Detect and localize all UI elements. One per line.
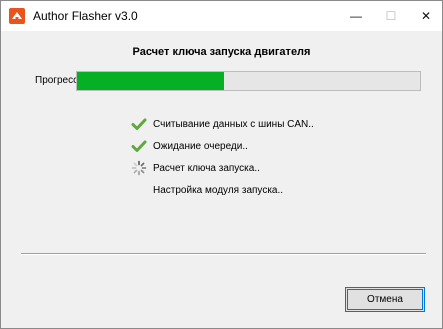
checkmark-icon (131, 116, 147, 132)
step-label: Считывание данных с шины CAN.. (153, 118, 314, 130)
step-item: Ожидание очереди.. (131, 135, 314, 157)
close-button[interactable]: ✕ (411, 1, 441, 31)
cancel-button[interactable]: Отмена (345, 287, 425, 312)
spinner-icon (131, 160, 147, 176)
cancel-button-label: Отмена (367, 294, 403, 305)
minimize-button[interactable]: — (341, 1, 371, 31)
progress-bar (76, 71, 421, 91)
step-placeholder (131, 182, 147, 198)
step-label: Ожидание очереди.. (153, 140, 248, 152)
title-bar[interactable]: Author Flasher v3.0 — ☐ ✕ (1, 1, 442, 31)
step-item: Расчет ключа запуска.. (131, 157, 314, 179)
window-title: Author Flasher v3.0 (33, 9, 138, 23)
app-window: Author Flasher v3.0 — ☐ ✕ Расчет ключа з… (0, 0, 443, 329)
step-label: Настройка модуля запуска.. (153, 184, 284, 196)
progress-fill (77, 72, 225, 90)
step-item: Считывание данных с шины CAN.. (131, 113, 314, 135)
page-title: Расчет ключа запуска двигателя (132, 46, 311, 58)
step-item: Настройка модуля запуска.. (131, 179, 314, 201)
dialog-body: Расчет ключа запуска двигателя Прогресс:… (1, 31, 442, 328)
divider (21, 253, 426, 255)
step-label: Расчет ключа запуска.. (153, 162, 260, 174)
checkmark-icon (131, 138, 147, 154)
step-list: Считывание данных с шины CAN.. Ожидание … (131, 113, 314, 201)
maximize-button[interactable]: ☐ (376, 1, 406, 31)
app-logo-icon (9, 8, 25, 24)
progress-label: Прогресс: (35, 75, 81, 86)
